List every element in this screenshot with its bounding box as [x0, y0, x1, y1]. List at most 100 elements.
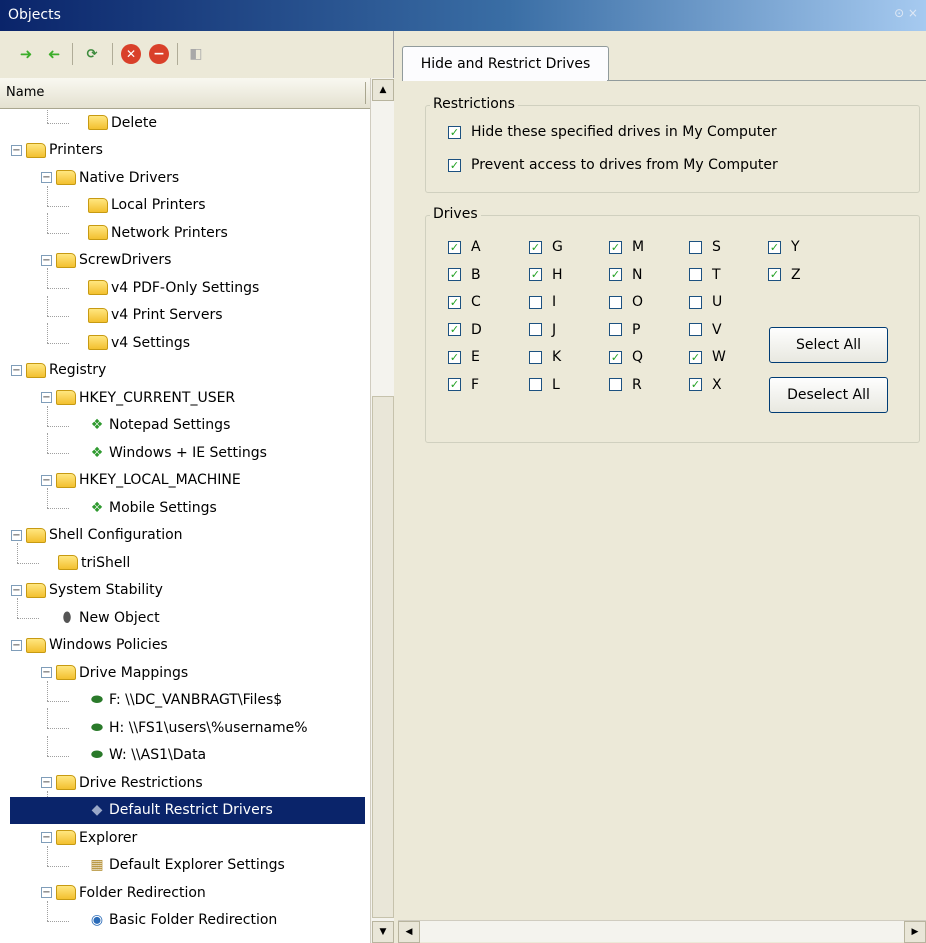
checkbox[interactable] — [689, 268, 702, 281]
checkbox[interactable]: ✓ — [609, 268, 622, 281]
drive-checkbox-o[interactable]: O — [609, 294, 643, 310]
pin-close-icon[interactable]: ⊙ × — [894, 6, 918, 20]
tree-collapse-icon[interactable]: − — [11, 584, 22, 596]
name-column-header[interactable]: Name — [0, 78, 393, 109]
checkbox[interactable]: ✓ — [768, 268, 781, 281]
scroll-thumb[interactable] — [372, 396, 394, 918]
checkbox[interactable]: ✓ — [448, 295, 461, 309]
drive-checkbox-n[interactable]: ✓ N — [609, 267, 642, 283]
tree-collapse-icon[interactable]: − — [41, 667, 52, 678]
tree-node[interactable]: Native Drivers — [56, 164, 179, 191]
checkbox[interactable]: ✓ — [689, 378, 702, 391]
select-all-button[interactable]: Select All — [769, 327, 888, 363]
scroll-down-icon[interactable]: ▼ — [372, 921, 394, 943]
tree-node[interactable]: System Stability — [26, 577, 163, 604]
tree-node[interactable]: ⬬ W: \\AS1\Data — [88, 742, 206, 769]
tree-node[interactable]: ⬬ F: \\DC_VANBRAGT\Files$ — [88, 687, 282, 714]
checkbox[interactable]: ✓ — [529, 240, 542, 254]
drive-checkbox-s[interactable]: S — [689, 239, 721, 255]
tree-node[interactable]: Local Printers — [88, 192, 206, 219]
tree-node[interactable]: Registry — [26, 357, 106, 384]
tree-collapse-icon[interactable]: − — [11, 144, 22, 156]
tree-node[interactable]: ❖ Notepad Settings — [88, 412, 231, 439]
drive-checkbox-z[interactable]: ✓ Z — [768, 267, 801, 283]
forward-arrow-icon[interactable]: ➜ — [16, 44, 36, 64]
scroll-left-icon[interactable]: ◀ — [398, 921, 420, 943]
tree-collapse-icon[interactable]: − — [41, 832, 52, 843]
drive-checkbox-u[interactable]: U — [689, 294, 722, 310]
drive-checkbox-q[interactable]: ✓ Q — [609, 349, 643, 365]
checkbox[interactable] — [689, 295, 702, 309]
drive-checkbox-h[interactable]: ✓ H — [529, 267, 563, 283]
drive-checkbox-v[interactable]: V — [689, 322, 722, 338]
tree-collapse-icon[interactable]: − — [41, 887, 52, 898]
checkbox[interactable] — [609, 323, 622, 336]
checkbox[interactable]: ✓ — [448, 323, 461, 336]
checkbox[interactable] — [529, 295, 542, 309]
drive-checkbox-y[interactable]: ✓ Y — [768, 239, 800, 255]
scroll-right-icon[interactable]: ▶ — [904, 921, 926, 943]
drive-checkbox-l[interactable]: L — [529, 377, 560, 393]
checkbox[interactable]: ✓ — [609, 350, 622, 364]
tree-node[interactable]: Network Printers — [88, 219, 228, 246]
refresh-icon[interactable]: ⟳ — [82, 44, 102, 64]
tree-node[interactable]: Delete — [88, 109, 157, 136]
drive-checkbox-x[interactable]: ✓ X — [689, 377, 722, 393]
checkbox[interactable]: ✓ — [448, 350, 461, 364]
tree-node[interactable]: Drive Restrictions — [56, 769, 203, 796]
checkbox[interactable]: ✓ — [448, 158, 461, 172]
scroll-up-icon[interactable]: ▲ — [372, 79, 394, 101]
tree-collapse-icon[interactable]: − — [11, 364, 22, 376]
tree-node[interactable]: triShell — [58, 549, 130, 576]
drive-checkbox-j[interactable]: J — [529, 322, 556, 338]
tree-node[interactable]: v4 Print Servers — [88, 302, 223, 329]
restriction-checkbox[interactable]: ✓ Hide these specified drives in My Compu… — [448, 124, 777, 140]
tree-node[interactable]: ◆ Default Restrict Drivers — [10, 796, 365, 824]
tree-node[interactable]: Windows Policies — [26, 632, 168, 659]
drive-checkbox-c[interactable]: ✓ C — [448, 294, 481, 310]
tree-node[interactable]: ScrewDrivers — [56, 247, 171, 274]
tree-node[interactable]: Folder Redirection — [56, 879, 206, 906]
remove-icon[interactable]: − — [149, 44, 169, 64]
drive-checkbox-e[interactable]: ✓ E — [448, 349, 480, 365]
drive-checkbox-w[interactable]: ✓ W — [689, 349, 726, 365]
checkbox[interactable] — [609, 378, 622, 391]
checkbox[interactable]: ✓ — [768, 240, 781, 254]
checkbox[interactable]: ✓ — [609, 240, 622, 254]
checkbox[interactable]: ✓ — [448, 125, 461, 139]
tree-node[interactable]: ⬬ H: \\FS1\users\%username% — [88, 714, 308, 741]
drive-checkbox-k[interactable]: K — [529, 349, 561, 365]
checkbox[interactable] — [689, 240, 702, 254]
tree-collapse-icon[interactable]: − — [41, 172, 52, 183]
delete-icon[interactable]: ✕ — [121, 44, 141, 64]
tree-node[interactable]: Shell Configuration — [26, 522, 183, 549]
checkbox[interactable] — [529, 350, 542, 364]
checkbox[interactable]: ✓ — [689, 350, 702, 364]
restriction-checkbox[interactable]: ✓ Prevent access to drives from My Comput… — [448, 157, 778, 173]
tree-node[interactable]: ❖ Windows + IE Settings — [88, 439, 267, 466]
tree-node[interactable]: ◉ Basic Folder Redirection — [88, 907, 277, 934]
drive-checkbox-t[interactable]: T — [689, 267, 721, 283]
horizontal-scrollbar[interactable]: ◀ ▶ — [398, 920, 926, 943]
checkbox[interactable]: ✓ — [448, 240, 461, 254]
tree-node[interactable]: Drive Mappings — [56, 659, 188, 686]
checkbox[interactable] — [609, 295, 622, 309]
tree-collapse-icon[interactable]: − — [11, 639, 22, 651]
tree-node[interactable]: ⬮ New Object — [58, 604, 160, 631]
tree-node[interactable]: Explorer — [56, 824, 137, 851]
deselect-all-button[interactable]: Deselect All — [769, 377, 888, 413]
tree-node[interactable]: v4 PDF-Only Settings — [88, 274, 259, 301]
checkbox[interactable]: ✓ — [448, 378, 461, 391]
tree-node[interactable]: ▦ Default Explorer Settings — [88, 852, 284, 879]
tree-collapse-icon[interactable]: − — [41, 392, 52, 403]
drive-checkbox-f[interactable]: ✓ F — [448, 377, 479, 393]
checkbox[interactable] — [689, 323, 702, 336]
drive-checkbox-r[interactable]: R — [609, 377, 642, 393]
tree-collapse-icon[interactable]: − — [41, 474, 52, 486]
drive-checkbox-p[interactable]: P — [609, 322, 640, 338]
checkbox[interactable]: ✓ — [529, 268, 542, 281]
drive-checkbox-i[interactable]: I — [529, 294, 556, 310]
drive-checkbox-d[interactable]: ✓ D — [448, 322, 482, 338]
tree-collapse-icon[interactable]: − — [41, 254, 52, 266]
checkbox[interactable]: ✓ — [448, 268, 461, 281]
